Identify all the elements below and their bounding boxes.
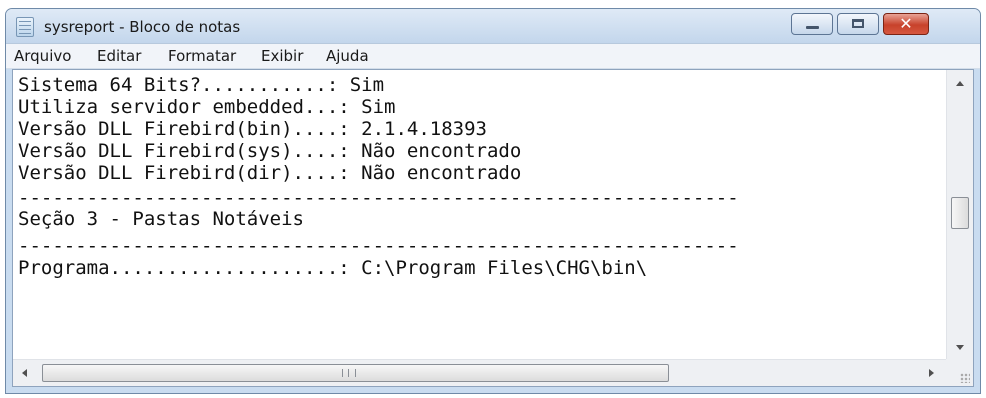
menu-bar: Arquivo Editar Formatar Exibir Ajuda: [6, 43, 980, 69]
menu-arquivo[interactable]: Arquivo: [14, 47, 71, 65]
editor[interactable]: Sistema 64 Bits?...........: Sim Utiliza…: [12, 69, 974, 387]
arrow-down-icon[interactable]: [956, 345, 964, 350]
close-button[interactable]: ✕: [883, 13, 929, 35]
menu-formatar[interactable]: Formatar: [168, 47, 236, 65]
menu-exibir[interactable]: Exibir: [261, 47, 303, 65]
notepad-window: sysreport - Bloco de notas ✕ Arquivo Edi…: [5, 8, 981, 394]
close-icon: ✕: [899, 14, 913, 33]
horizontal-scrollbar[interactable]: [13, 359, 946, 386]
maximize-button[interactable]: [837, 13, 879, 35]
text-line: Versão DLL Firebird(bin)....: 2.1.4.1839…: [18, 118, 487, 140]
text-line: Programa....................: C:\Program…: [18, 257, 648, 279]
vertical-scroll-thumb[interactable]: [951, 197, 969, 229]
vertical-scrollbar[interactable]: [946, 70, 973, 359]
horizontal-scroll-thumb[interactable]: [42, 364, 669, 382]
maximize-icon: [852, 19, 864, 28]
arrow-right-icon[interactable]: [929, 369, 934, 377]
menu-editar[interactable]: Editar: [97, 47, 141, 65]
text-line: Versão DLL Firebird(sys)....: Não encont…: [18, 140, 522, 162]
thumb-grip: [342, 369, 356, 377]
text-line: Utiliza servidor embedded...: Sim: [18, 96, 396, 118]
title-bar[interactable]: sysreport - Bloco de notas ✕: [6, 9, 980, 43]
minimize-icon: [806, 26, 819, 29]
menu-ajuda[interactable]: Ajuda: [326, 47, 369, 65]
text-line: ----------------------------------------…: [18, 235, 739, 257]
text-line: Sistema 64 Bits?...........: Sim: [18, 74, 385, 96]
notepad-icon: [16, 17, 34, 37]
text-area[interactable]: Sistema 64 Bits?...........: Sim Utiliza…: [13, 70, 946, 359]
text-line: ----------------------------------------…: [18, 187, 739, 209]
resize-grip-icon[interactable]: [960, 373, 970, 383]
arrow-up-icon[interactable]: [956, 81, 964, 86]
text-line: Versão DLL Firebird(dir)....: Não encont…: [18, 162, 522, 184]
scrollbar-corner: [946, 359, 973, 386]
window-title: sysreport - Bloco de notas: [44, 18, 241, 36]
arrow-left-icon[interactable]: [22, 369, 27, 377]
minimize-button[interactable]: [791, 13, 833, 35]
text-line: Seção 3 - Pastas Notáveis: [18, 208, 304, 230]
